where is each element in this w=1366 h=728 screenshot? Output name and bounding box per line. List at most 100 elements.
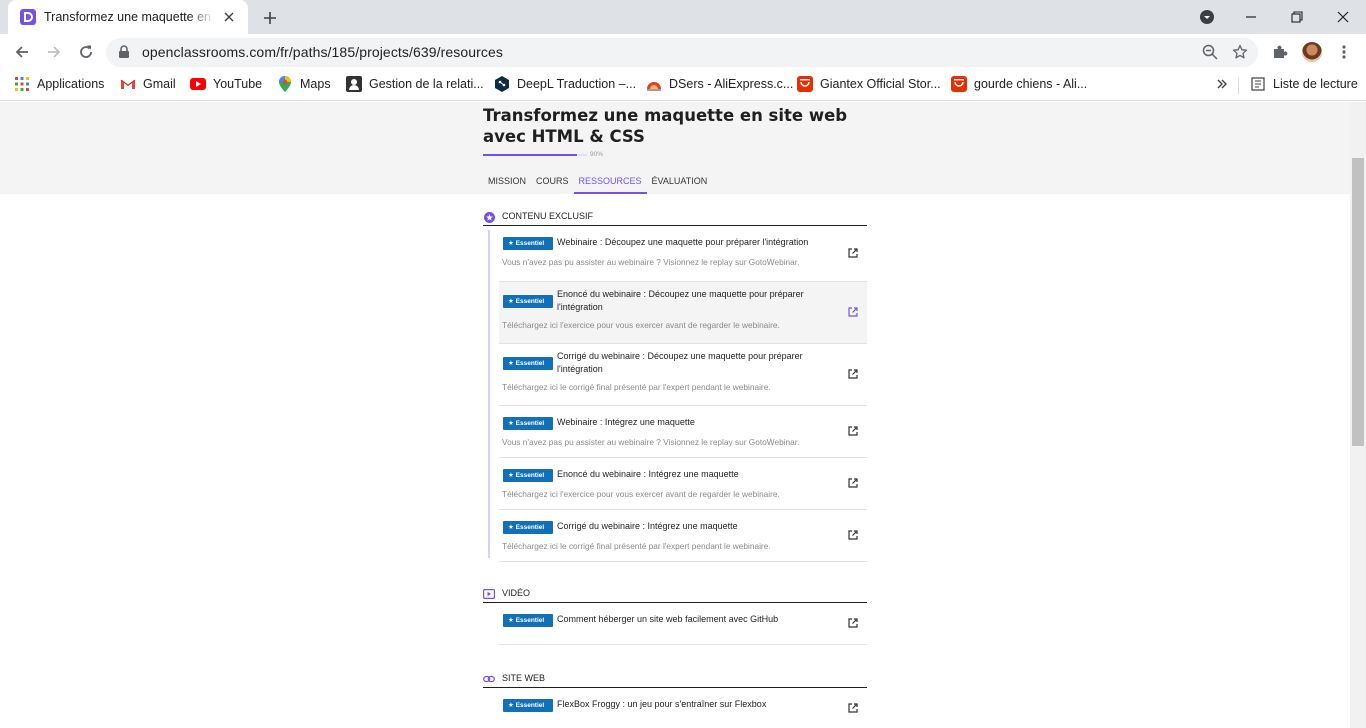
external-link-icon[interactable]: [847, 617, 859, 629]
tab-ressources[interactable]: RESSOURCES: [573, 176, 647, 194]
resource-title[interactable]: Webinaire : Découpez une maquette pour p…: [557, 236, 827, 249]
course-title: Transformez une maquette en site web ave…: [483, 106, 848, 146]
bookmark-crm[interactable]: Gestion de la relati...: [346, 76, 484, 92]
reading-list-button[interactable]: Liste de lecture: [1250, 76, 1358, 92]
external-link-icon[interactable]: [847, 702, 859, 714]
reload-icon[interactable]: [72, 38, 100, 66]
bookmarks-divider: [1238, 78, 1239, 94]
page-viewport: Transformez une maquette en site web ave…: [0, 102, 1366, 728]
resource-title[interactable]: Comment héberger un site web facilement …: [557, 613, 827, 626]
external-link-icon[interactable]: [847, 368, 859, 380]
tab-strip: Transformez une maquette en site web ave…: [0, 0, 1366, 34]
new-tab-icon[interactable]: [258, 6, 282, 30]
resource-item[interactable]: ★ Essentiel Comment héberger un site web …: [499, 603, 867, 645]
essentiel-badge: ★ Essentiel: [503, 614, 553, 627]
restore-icon[interactable]: [1274, 0, 1320, 34]
bookmark-label: DeepL Traduction –...: [517, 77, 637, 91]
minimize-icon[interactable]: [1228, 0, 1274, 34]
extensions-puzzle-icon[interactable]: [1268, 40, 1292, 64]
bookmarks-bar: Applications Gmail YouTube Maps Gestion …: [0, 70, 1366, 101]
section-timeline-line: [488, 230, 490, 558]
scrollbar-track[interactable]: [1350, 102, 1366, 728]
gmail-icon: [120, 76, 136, 92]
more-bookmarks-chevron-icon[interactable]: [1216, 78, 1228, 90]
scrollbar-thumb[interactable]: [1352, 158, 1364, 446]
bookmark-applications[interactable]: Applications: [14, 76, 104, 92]
deepl-icon: [494, 76, 510, 92]
bookmark-deepl[interactable]: DeepL Traduction –...: [494, 76, 636, 92]
external-link-icon[interactable]: [847, 477, 859, 489]
aliexpress-icon: [797, 76, 813, 92]
course-progress-bar: [483, 154, 587, 156]
zoom-icon[interactable]: [1202, 44, 1218, 65]
address-bar[interactable]: openclassrooms.com/fr/paths/185/projects…: [106, 38, 1258, 67]
back-arrow-icon[interactable]: [8, 38, 36, 66]
resource-title[interactable]: Corrigé du webinaire : Découpez une maqu…: [557, 350, 827, 376]
resource-item[interactable]: ★ Essentiel Enoncé du webinaire : Découpe…: [499, 282, 867, 344]
openclassrooms-favicon-icon: [20, 9, 36, 25]
resource-description: Vous n'avez pas pu assister au webinaire…: [502, 437, 800, 447]
section-title: SITE WEB: [502, 673, 546, 683]
resource-item[interactable]: ★ Essentiel Corrigé du webinaire : Découp…: [499, 344, 867, 406]
bookmark-label: YouTube: [213, 77, 263, 91]
bookmark-maps[interactable]: Maps: [277, 76, 331, 92]
url-text[interactable]: openclassrooms.com/fr/paths/185/projects…: [142, 44, 503, 60]
external-link-icon[interactable]: [847, 247, 859, 259]
bookmark-label: Gmail: [143, 77, 176, 91]
bookmark-star-icon[interactable]: [1232, 44, 1248, 65]
close-tab-icon[interactable]: [220, 8, 238, 26]
forward-arrow-icon[interactable]: [40, 38, 68, 66]
youtube-icon: [190, 76, 206, 92]
bookmark-label: Maps: [300, 77, 331, 91]
resource-description: Téléchargez ici l'exercice pour vous exe…: [502, 489, 780, 499]
apps-grid-icon: [14, 76, 30, 92]
video-play-icon: [483, 588, 495, 600]
resource-title[interactable]: Enoncé du webinaire : Intégrez une maque…: [557, 468, 827, 481]
tab-cours[interactable]: COURS: [531, 176, 574, 194]
reading-list-icon: [1250, 76, 1266, 92]
bookmark-giantex[interactable]: Giantex Official Stor...: [797, 76, 941, 92]
dsers-icon: [646, 76, 662, 92]
resource-description: Téléchargez ici le corrigé final présent…: [502, 382, 771, 392]
browser-toolbar: openclassrooms.com/fr/paths/185/projects…: [0, 34, 1366, 70]
section-contenu-exclusif: CONTENU EXCLUSIF ★ Essentiel Webinaire : D…: [483, 210, 867, 562]
resource-title[interactable]: Webinaire : Intégrez une maquette: [557, 416, 827, 429]
tab-mission[interactable]: MISSION: [483, 176, 531, 194]
section-title: CONTENU EXCLUSIF: [502, 211, 594, 221]
resource-item[interactable]: ★ Essentiel Webinaire : Intégrez une maqu…: [499, 406, 867, 458]
bookmark-label: Gestion de la relati...: [369, 77, 484, 91]
resource-description: Téléchargez ici le corrigé final présent…: [502, 541, 771, 551]
resource-item[interactable]: ★ Essentiel Webinaire : Découpez une maqu…: [499, 226, 867, 282]
resource-item[interactable]: ★ Essentiel Corrigé du webinaire : Intégr…: [499, 510, 867, 562]
bookmark-label: gourde chiens - Ali...: [974, 77, 1088, 91]
resource-item[interactable]: ★ Essentiel Enoncé du webinaire : Intégre…: [499, 458, 867, 510]
browser-tab[interactable]: Transformez une maquette en site web ave…: [8, 0, 248, 34]
section-header: SITE WEB: [483, 672, 867, 688]
tab-search-icon[interactable]: [1184, 0, 1230, 34]
resource-title[interactable]: FlexBox Froggy : un jeu pour s'entraîner…: [557, 698, 827, 711]
link-icon: [483, 673, 495, 685]
resource-title[interactable]: Enoncé du webinaire : Découpez une maque…: [557, 288, 827, 314]
section-header: CONTENU EXCLUSIF: [483, 210, 867, 226]
resource-item[interactable]: ★ Essentiel FlexBox Froggy : un jeu pour …: [499, 688, 867, 728]
resource-title[interactable]: Corrigé du webinaire : Intégrez une maqu…: [557, 520, 827, 533]
bookmark-gourde[interactable]: gourde chiens - Ali...: [951, 76, 1087, 92]
bookmark-label: DSers - AliExpress.c...: [669, 77, 794, 91]
bookmark-label: Applications: [37, 77, 105, 91]
course-progress-fill: [483, 154, 577, 156]
external-link-icon[interactable]: [847, 425, 859, 437]
essentiel-badge: ★ Essentiel: [503, 699, 553, 712]
tab-evaluation[interactable]: ÉVALUATION: [647, 176, 713, 194]
section-site-web: SITE WEB ★ Essentiel FlexBox Froggy : un j…: [483, 672, 867, 728]
close-window-icon[interactable]: [1320, 0, 1366, 34]
menu-kebab-icon[interactable]: [1332, 40, 1356, 64]
external-link-icon[interactable]: [847, 306, 859, 318]
bookmark-youtube[interactable]: YouTube: [190, 76, 262, 92]
bookmark-dsers[interactable]: DSers - AliExpress.c...: [646, 76, 793, 92]
section-video: VIDÉO ★ Essentiel Comment héberger un site…: [483, 587, 867, 645]
lock-icon[interactable]: [118, 45, 130, 64]
external-link-icon[interactable]: [847, 529, 859, 541]
profile-avatar[interactable]: [1300, 40, 1324, 64]
bookmark-gmail[interactable]: Gmail: [120, 76, 176, 92]
essentiel-badge: ★ Essentiel: [503, 521, 553, 534]
